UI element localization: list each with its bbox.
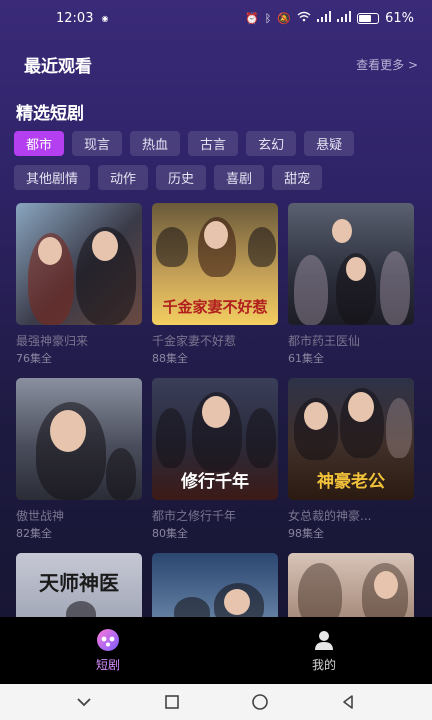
drama-episodes: 82集全 xyxy=(16,527,52,540)
poster-overlay-text: 天师神医 xyxy=(39,571,119,595)
alarm-icon: ⏰ xyxy=(245,11,259,25)
battery-icon xyxy=(357,12,380,24)
drama-card[interactable]: 修行千年 都市之修行千年 80集全 xyxy=(152,378,278,541)
drama-card[interactable]: 天师神医 xyxy=(16,553,142,627)
chip-history[interactable]: 历史 xyxy=(156,165,207,190)
notification-dot-icon: ◉ xyxy=(101,13,109,23)
drama-episodes: 98集全 xyxy=(288,527,324,540)
drama-title: 傲世战神 xyxy=(16,509,65,523)
chip-action[interactable]: 动作 xyxy=(98,165,149,190)
tab-profile-label: 我的 xyxy=(311,658,336,672)
drama-card[interactable]: 千金家妻不好惹 千金家妻不好惹 88集全 xyxy=(152,203,278,366)
drama-poster xyxy=(16,378,142,500)
drama-grid: 最强神豪归来 76集全 千金家妻不好惹 千金家妻不好惹 88集全 都市药王医仙 … xyxy=(16,203,416,627)
chip-urban[interactable]: 都市 xyxy=(14,131,65,156)
featured-title: 精选短剧 xyxy=(16,104,84,124)
drama-title: 都市之修行千年 xyxy=(152,509,237,523)
chip-modern-romance[interactable]: 现言 xyxy=(72,131,123,156)
signal-icon xyxy=(317,11,332,25)
bottom-tab-bar: 短剧 我的 xyxy=(0,617,432,684)
status-bar: 12:03 ◉ ⏰ ᛒ 🔕 61% xyxy=(0,0,432,36)
chip-comedy[interactable]: 喜剧 xyxy=(214,165,265,190)
chip-action-hotblood[interactable]: 热血 xyxy=(130,131,181,156)
system-nav-bar xyxy=(0,684,432,720)
back-triangle-icon[interactable] xyxy=(328,687,368,717)
mute-icon: 🔕 xyxy=(277,11,292,25)
drama-card[interactable]: 最强神豪归来 76集全 xyxy=(16,203,142,366)
recent-row: 最近观看 查看更多 > xyxy=(24,52,418,77)
genre-chips: 都市 现言 热血 古言 玄幻 悬疑 其他剧情 动作 历史 喜剧 甜宠 xyxy=(14,131,424,190)
drama-episodes: 88集全 xyxy=(152,352,188,365)
drama-icon xyxy=(96,628,120,652)
drama-card[interactable]: 傲世战神 82集全 xyxy=(16,378,142,541)
drama-episodes: 61集全 xyxy=(288,352,324,365)
drama-poster: 神豪老公 xyxy=(288,378,414,500)
status-time: 12:03 xyxy=(56,10,94,26)
tab-profile[interactable]: 我的 xyxy=(216,617,432,684)
home-circle-icon[interactable] xyxy=(240,687,280,717)
see-more-link[interactable]: 查看更多 > xyxy=(356,56,418,73)
drama-poster xyxy=(288,553,414,627)
drama-title: 最强神豪归来 xyxy=(16,334,89,348)
bluetooth-icon: ᛒ xyxy=(264,11,272,25)
tab-dramas-label: 短剧 xyxy=(95,658,120,672)
drama-card[interactable] xyxy=(288,553,414,627)
poster-overlay-text: 修行千年 xyxy=(181,472,249,492)
chip-ancient-romance[interactable]: 古言 xyxy=(188,131,239,156)
drama-poster xyxy=(16,203,142,325)
tab-dramas[interactable]: 短剧 xyxy=(0,617,216,684)
drama-poster: 千金家妻不好惹 xyxy=(152,203,278,325)
drama-title: 女总裁的神豪... xyxy=(288,509,372,523)
chip-sweet[interactable]: 甜宠 xyxy=(272,165,323,190)
poster-overlay-text: 神豪老公 xyxy=(317,472,385,492)
drama-poster: 天师神医 xyxy=(16,553,142,627)
drama-card[interactable]: 神豪老公 女总裁的神豪... 98集全 xyxy=(288,378,414,541)
drama-poster: 修行千年 xyxy=(152,378,278,500)
recents-square-icon[interactable] xyxy=(152,687,192,717)
chip-other[interactable]: 其他剧情 xyxy=(14,165,91,190)
recent-title: 最近观看 xyxy=(24,56,92,77)
signal-icon-2 xyxy=(337,11,352,25)
drama-episodes: 76集全 xyxy=(16,352,52,365)
drama-card[interactable] xyxy=(152,553,278,627)
battery-level: 61% xyxy=(385,10,414,26)
profile-icon xyxy=(312,628,336,652)
chevron-down-icon[interactable] xyxy=(64,687,104,717)
drama-poster xyxy=(152,553,278,627)
drama-episodes: 80集全 xyxy=(152,527,188,540)
poster-overlay-text: 千金家妻不好惹 xyxy=(162,298,268,316)
chip-mystery[interactable]: 悬疑 xyxy=(304,131,355,156)
drama-title: 都市药王医仙 xyxy=(288,334,361,348)
drama-poster xyxy=(288,203,414,325)
drama-title: 千金家妻不好惹 xyxy=(152,334,237,348)
drama-card[interactable]: 都市药王医仙 61集全 xyxy=(288,203,414,366)
chip-fantasy[interactable]: 玄幻 xyxy=(246,131,297,156)
wifi-icon xyxy=(297,11,311,25)
